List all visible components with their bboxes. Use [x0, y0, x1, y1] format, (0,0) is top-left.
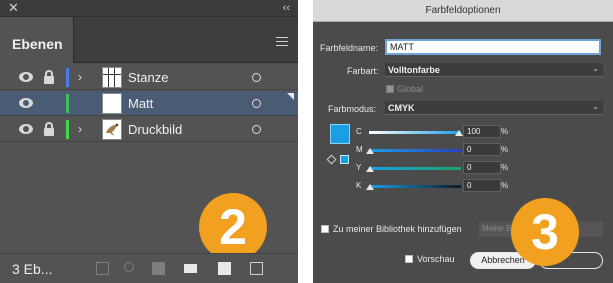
trash-icon[interactable] [250, 262, 263, 275]
black-slider-handle[interactable] [366, 184, 374, 190]
add-to-library-label: Zu meiner Bibliothek hinzufügen [333, 224, 462, 234]
layers-panel: ✕ ‹‹ Ebenen › Stanze Matt › Druckbild 2 … [0, 0, 298, 283]
yellow-value[interactable]: 0 [463, 161, 501, 174]
layer-row-matt[interactable]: Matt [0, 91, 298, 116]
global-checkbox[interactable] [386, 85, 394, 93]
add-to-library-checkbox[interactable] [321, 225, 329, 233]
magenta-slider-handle[interactable] [366, 148, 374, 154]
target-circle-icon[interactable] [252, 73, 261, 82]
color-type-select[interactable]: Volltonfarbe ⌄ [385, 63, 603, 77]
cyan-slider-handle[interactable] [455, 130, 463, 136]
eye-icon[interactable] [19, 98, 33, 108]
panel-topbar: ✕ ‹‹ [0, 0, 298, 17]
search-icon[interactable] [124, 262, 134, 272]
expand-chevron-icon[interactable]: › [78, 122, 82, 136]
layer-color-bar [66, 94, 69, 113]
black-unit: % [501, 181, 509, 190]
cyan-label: C [356, 127, 362, 136]
layer-color-bar [66, 68, 69, 87]
yellow-slider-track[interactable] [369, 167, 461, 170]
panel-tab-row: Ebenen [0, 17, 298, 63]
color-mode-label: Farbmodus: [328, 104, 377, 114]
black-value[interactable]: 0 [463, 179, 501, 192]
eye-icon[interactable] [19, 72, 33, 82]
panel-menu-icon[interactable] [276, 37, 288, 46]
yellow-label: Y [356, 163, 362, 172]
preview-label: Vorschau [417, 254, 455, 264]
target-circle-icon[interactable] [252, 125, 261, 134]
layer-count: 3 Eb... [12, 261, 53, 277]
lock-icon[interactable] [44, 70, 54, 84]
magenta-label: M [356, 145, 363, 154]
layer-row-stanze[interactable]: › Stanze [0, 65, 298, 90]
layer-name[interactable]: Druckbild [128, 122, 182, 137]
bird-thumbnail-icon [102, 119, 122, 140]
color-type-label: Farbart: [347, 66, 379, 76]
cyan-slider-track[interactable] [369, 131, 461, 134]
color-mode-value: CMYK [388, 103, 415, 113]
export-icon[interactable] [96, 262, 109, 275]
out-of-gamut-cube-icon[interactable] [326, 154, 337, 165]
layer-thumbnail [102, 67, 122, 88]
color-type-value: Volltonfarbe [388, 65, 440, 75]
new-layer-icon[interactable] [218, 262, 231, 275]
color-preview-swatch [330, 124, 350, 144]
chevron-down-icon: ⌄ [592, 64, 599, 73]
magenta-value[interactable]: 0 [463, 143, 501, 156]
black-label: K [356, 181, 362, 190]
chevron-down-icon: ⌄ [592, 102, 599, 111]
panel-footer: 3 Eb... [0, 253, 298, 283]
layer-name[interactable]: Stanze [128, 70, 168, 85]
collapse-panel-icon[interactable]: ‹‹ [283, 0, 290, 16]
close-icon[interactable]: ✕ [8, 0, 19, 16]
swatch-options-dialog: Farbfeldoptionen Farbfeldname: MATT Farb… [313, 0, 613, 283]
layer-thumbnail [102, 93, 122, 114]
target-circle-icon[interactable] [252, 99, 261, 108]
yellow-unit: % [501, 163, 509, 172]
cyan-unit: % [501, 127, 509, 136]
preview-checkbox[interactable] [405, 255, 413, 263]
lock-icon[interactable] [44, 122, 54, 136]
eye-icon[interactable] [19, 124, 33, 134]
clipping-mask-icon[interactable] [152, 262, 165, 275]
layer-name[interactable]: Matt [128, 96, 153, 111]
step-badge-3: 3 [511, 198, 579, 266]
swatch-name-label: Farbfeldname: [320, 43, 379, 53]
cyan-value[interactable]: 100 [463, 125, 501, 138]
gamut-swatch[interactable] [340, 155, 349, 164]
tab-ebenen[interactable]: Ebenen [0, 17, 74, 63]
swatch-name-input[interactable]: MATT [385, 39, 601, 55]
color-mode-select[interactable]: CMYK ⌄ [385, 101, 603, 115]
current-layer-indicator [287, 93, 294, 100]
dialog-title: Farbfeldoptionen [313, 0, 613, 22]
layer-row-druckbild[interactable]: › Druckbild [0, 117, 298, 142]
global-label: Global [397, 84, 424, 94]
step-badge-2: 2 [199, 193, 267, 261]
yellow-slider-handle[interactable] [366, 166, 374, 172]
expand-chevron-icon[interactable]: › [78, 70, 82, 84]
layer-color-bar [66, 120, 69, 139]
black-slider-track[interactable] [369, 185, 461, 188]
magenta-unit: % [501, 145, 509, 154]
magenta-slider-track[interactable] [369, 149, 461, 152]
new-sublayer-icon[interactable] [184, 264, 197, 273]
